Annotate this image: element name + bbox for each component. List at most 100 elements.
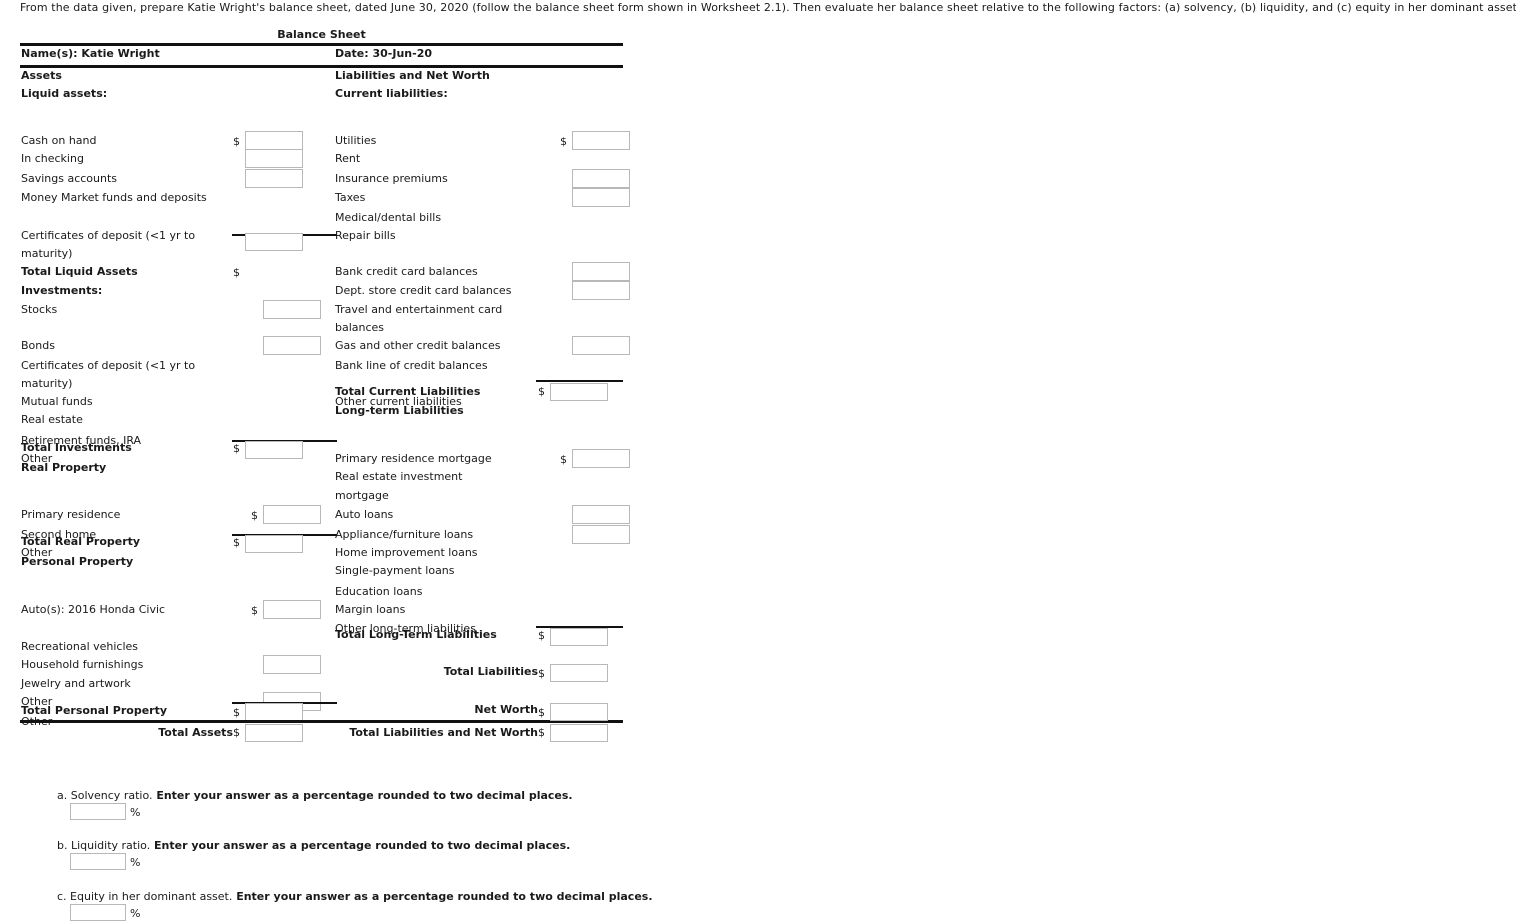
- personal-property-input-household-furnishings[interactable]: [263, 655, 321, 674]
- question-c-letter: c.: [57, 890, 67, 903]
- total-investments-input[interactable]: [245, 441, 303, 459]
- longterm-liability-input-auto-loans[interactable]: [572, 505, 630, 524]
- question-b-instruction: Enter your answer as a percentage rounde…: [150, 839, 571, 852]
- total-longterm-liabilities-input[interactable]: [550, 628, 608, 646]
- question-a-letter: a.: [57, 789, 68, 802]
- sheet-header-row: Name(s): Katie Wright Date: 30-Jun-20: [20, 46, 623, 63]
- current-liabilities-heading: Current liabilities:: [335, 87, 448, 100]
- longterm-liability-label-home-improvement-loans: Home improvement loans: [335, 546, 478, 559]
- liquid-asset-input-in-checking[interactable]: [245, 149, 303, 168]
- current-liability-input-gas-and-other-credit-balances[interactable]: [572, 336, 630, 355]
- table-header-bottom-rule: [20, 65, 623, 68]
- question-a-lead: Solvency ratio.: [67, 789, 153, 802]
- question-c-answer-input[interactable]: [70, 904, 126, 921]
- total-assets-input[interactable]: [245, 724, 303, 742]
- real-property-heading: Real Property: [21, 461, 107, 474]
- current-liability-label-insurance-premiums: Insurance premiums: [335, 172, 448, 185]
- total-liabilities-input[interactable]: [550, 664, 608, 682]
- personal-property-input-auto-s-2016-honda-civic[interactable]: [263, 600, 321, 619]
- totals-separator-rule: [20, 720, 623, 723]
- current-liability-label-medical-dental-bills: Medical/dental bills: [335, 211, 442, 224]
- longterm-liability-input-appliance-furniture-loans[interactable]: [572, 525, 630, 544]
- longterm-liability-label-primary-residence-mortgage: Primary residence mortgage: [335, 452, 492, 465]
- total-liquid-assets-input[interactable]: [245, 233, 303, 251]
- question-a-text: a. Solvency ratio. Enter your answer as …: [57, 789, 573, 802]
- current-liability-label-rent: Rent: [335, 152, 361, 165]
- liabilities-heading: Liabilities and Net Worth: [335, 69, 490, 82]
- current-liability-label-bank-line-of-credit-balances: Bank line of credit balances: [335, 359, 488, 372]
- current-liability-label-dept-store-credit-card-balances: Dept. store credit card balances: [335, 284, 512, 297]
- current-liability-label-repair-bills: Repair bills: [335, 229, 396, 242]
- longterm-liability-label-appliance-furniture-loans: Appliance/furniture loans: [335, 528, 474, 541]
- question-b-text: b. Liquidity ratio. Enter your answer as…: [57, 839, 570, 852]
- current-liability-currency-utilities: $: [560, 135, 567, 148]
- current-liability-label-utilities: Utilities: [335, 134, 377, 147]
- total-liabilities-and-net-worth-currency: $: [538, 726, 545, 739]
- current-liability-input-dept-store-credit-card-balances[interactable]: [572, 281, 630, 300]
- total-current-liabilities-label: Total Current Liabilities: [335, 385, 481, 398]
- question-a-answer-input[interactable]: [70, 803, 126, 820]
- liquid-asset-input-savings-accounts[interactable]: [245, 169, 303, 188]
- total-liabilities-and-net-worth-label: Total Liabilities and Net Worth: [349, 726, 538, 739]
- longterm-liability-label-single-payment-loans: Single-payment loans: [335, 564, 455, 577]
- current-liability-label-taxes: Taxes: [335, 191, 366, 204]
- current-liability-input-insurance-premiums[interactable]: [572, 169, 630, 188]
- personal-property-currency-auto-s-2016-honda-civic: $: [251, 604, 258, 617]
- current-liability-label-balances: balances: [335, 321, 385, 334]
- current-liability-label-gas-and-other-credit-balances: Gas and other credit balances: [335, 339, 501, 352]
- total-liabilities-currency: $: [538, 667, 545, 680]
- total-liquid-assets-currency: $: [233, 266, 240, 279]
- question-b-percent-sign: %: [130, 856, 141, 869]
- investment-input-stocks[interactable]: [263, 300, 321, 319]
- longterm-liability-label-margin-loans: Margin loans: [335, 603, 406, 616]
- total-real-property-input[interactable]: [245, 535, 303, 553]
- longterm-liability-label-mortgage: mortgage: [335, 489, 389, 502]
- personal-property-label-recreational-vehicles: Recreational vehicles: [21, 640, 139, 653]
- liquid-asset-currency-cash-on-hand: $: [233, 135, 240, 148]
- liquid-asset-label-maturity: maturity): [21, 247, 73, 260]
- investment-input-bonds[interactable]: [263, 336, 321, 355]
- longterm-liability-input-primary-residence-mortgage[interactable]: [572, 449, 630, 468]
- question-b-lead: Liquidity ratio.: [67, 839, 151, 852]
- liquid-asset-input-cash-on-hand[interactable]: [245, 131, 303, 150]
- total-personal-property-currency: $: [233, 706, 240, 719]
- investments-heading: Investments:: [21, 284, 103, 297]
- question-a-instruction: Enter your answer as a percentage rounde…: [152, 789, 573, 802]
- real-property-input-primary-residence[interactable]: [263, 505, 321, 524]
- current-liability-input-taxes[interactable]: [572, 188, 630, 207]
- longterm-liability-label-education-loans: Education loans: [335, 585, 423, 598]
- personal-property-label-household-furnishings: Household furnishings: [21, 658, 144, 671]
- real-property-currency-primary-residence: $: [251, 509, 258, 522]
- balance-sheet-title: Balance Sheet: [277, 28, 366, 41]
- names-label: Name(s): Katie Wright: [21, 47, 160, 60]
- longterm-liability-label-real-estate-investment: Real estate investment: [335, 470, 463, 483]
- net-worth-label: Net Worth: [474, 703, 538, 716]
- net-worth-input[interactable]: [550, 703, 608, 721]
- assets-heading: Assets: [21, 69, 62, 82]
- total-investments-label: Total Investments: [21, 441, 132, 454]
- total-assets-currency: $: [233, 726, 240, 739]
- liquid-asset-label-money-market-funds-and-deposits: Money Market funds and deposits: [21, 191, 207, 204]
- personal-property-label-auto-s-2016-honda-civic: Auto(s): 2016 Honda Civic: [21, 603, 166, 616]
- question-c-instruction: Enter your answer as a percentage rounde…: [232, 890, 653, 903]
- longterm-liability-currency-primary-residence-mortgage: $: [560, 453, 567, 466]
- real-property-label-primary-residence: Primary residence: [21, 508, 121, 521]
- total-current-liabilities-rule: [536, 380, 623, 382]
- question-c-text: c. Equity in her dominant asset. Enter y…: [57, 890, 653, 903]
- current-liability-input-bank-credit-card-balances[interactable]: [572, 262, 630, 281]
- total-real-property-label: Total Real Property: [21, 535, 141, 548]
- investment-label-real-estate: Real estate: [21, 413, 83, 426]
- total-longterm-liabilities-currency: $: [538, 629, 545, 642]
- total-personal-property-input[interactable]: [245, 703, 303, 721]
- investment-label-maturity: maturity): [21, 377, 73, 390]
- liquid-asset-label-savings-accounts: Savings accounts: [21, 172, 118, 185]
- question-b-answer-input[interactable]: [70, 853, 126, 870]
- total-current-liabilities-input[interactable]: [550, 383, 608, 401]
- total-assets-label: Total Assets: [158, 726, 233, 739]
- liquid-asset-label-certificates-of-deposit-1-yr-to: Certificates of deposit (<1 yr to: [21, 229, 196, 242]
- liquid-assets-heading: Liquid assets:: [21, 87, 108, 100]
- current-liability-input-utilities[interactable]: [572, 131, 630, 150]
- investment-label-bonds: Bonds: [21, 339, 55, 352]
- total-longterm-liabilities-label: Total Long-Term Liabilities: [335, 628, 497, 641]
- total-liabilities-and-net-worth-input[interactable]: [550, 724, 608, 742]
